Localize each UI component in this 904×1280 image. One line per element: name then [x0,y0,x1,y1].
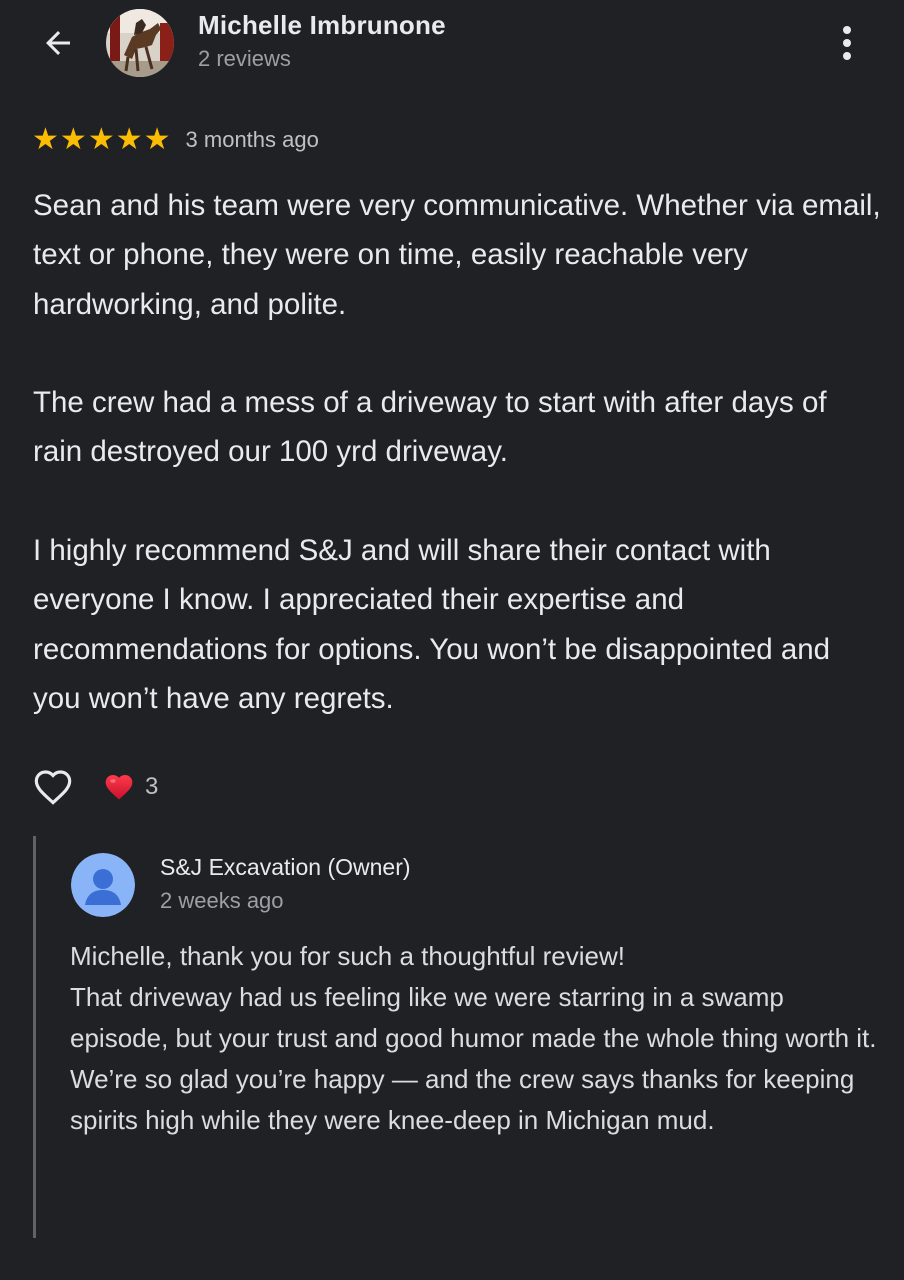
star-rating: ★ ★ ★ ★ ★ [32,125,171,155]
reply-line: Michelle, thank you for such a thoughtfu… [70,941,625,971]
person-icon [71,853,135,917]
owner-avatar [71,853,135,917]
reply-line: That driveway had us feeling like we wer… [70,982,877,1053]
reply-text: Michelle, thank you for such a thoughtfu… [70,936,885,1141]
back-button[interactable] [32,22,84,64]
review-paragraph: I highly recommend S&J and will share th… [33,534,831,715]
more-vert-icon [843,26,851,34]
more-options-button[interactable] [830,22,864,64]
star-icon: ★ [32,123,59,156]
star-icon: ★ [87,123,115,156]
red-heart-icon [105,775,133,800]
review-paragraph: The crew had a mess of a driveway to sta… [33,386,827,469]
star-icon: ★ [143,123,171,156]
arrow-left-icon [46,31,70,55]
author-review-count[interactable]: 2 reviews [198,46,291,72]
rating-row: ★ ★ ★ ★ ★ 3 months ago [32,123,319,157]
like-button[interactable] [32,766,74,808]
owner-reply: S&J Excavation (Owner) 2 weeks ago Miche… [33,836,886,1238]
heart-outline-icon [34,770,72,805]
review-date: 3 months ago [185,127,319,152]
star-icon: ★ [59,123,87,156]
reactions-row: 3 [32,765,158,809]
review-text: Sean and his team were very communicativ… [33,181,883,773]
owner-name: S&J Excavation (Owner) [160,854,411,880]
reaction-summary[interactable]: 3 [102,771,158,803]
reply-line: We’re so glad you’re happy — and the cre… [70,1064,855,1135]
star-icon: ★ [115,123,143,156]
author-avatar[interactable] [106,9,174,77]
reaction-count: 3 [145,773,159,800]
reply-date: 2 weeks ago [160,888,284,913]
author-name[interactable]: Michelle Imbrunone [198,10,446,41]
review-paragraph: Sean and his team were very communicativ… [33,189,881,321]
